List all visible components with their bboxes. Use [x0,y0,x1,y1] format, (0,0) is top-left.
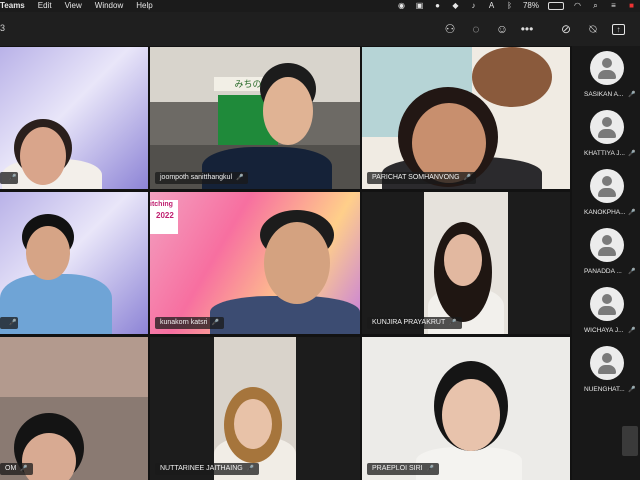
video-tile-7[interactable]: OM 🎤 [0,337,148,480]
mic-off-icon: 🎤 [628,387,636,393]
meeting-timer: 3 [0,23,6,33]
participant-name: NUENGHAT... [584,386,625,393]
menu-help[interactable]: Help [136,0,152,12]
sidebar-participant[interactable]: PANADDA ... 🎤 [572,223,640,279]
mic-off-icon: 🎤 [628,151,636,157]
background-illustration-hair [472,47,552,107]
search-icon[interactable]: ⌕ [591,2,600,10]
video-tile-6[interactable]: KUNJIRA PRAYAKRUT 🎤 [362,192,570,334]
banner-text: itching [150,201,173,208]
participant-sidebar: SASIKAN A... 🎤 KHATTIYA J... 🎤 KANOKPHA.… [572,46,640,480]
video-tile-8[interactable]: NUTTARINEE JAITHAING 🎤 [150,337,360,480]
sidebar-participant[interactable]: WICHAYA J... 🎤 [572,282,640,338]
participant-name: WICHAYA J... [584,327,624,334]
people-icon[interactable]: ⚇ [442,21,458,37]
participant-face [442,379,500,451]
participant-name: SASIKAN A... [584,91,624,98]
avatar [590,287,624,321]
participant-body [210,296,360,334]
avatar [590,346,624,380]
participant-face [444,234,482,286]
share-screen-icon[interactable]: ↑ [612,24,625,35]
video-tile-4[interactable]: 🎤 [0,192,148,334]
tile-7-label: OM 🎤 [0,463,33,475]
mic-off-icon: 🎤 [628,328,636,334]
room-wall [0,337,148,397]
tile-4-label: 🎤 [0,317,19,329]
menu-bar: Teams Edit View Window Help ◉ ▣ ● ◆ ♪ A … [0,0,640,12]
mic-off-icon: 🎤 [628,92,636,98]
music-icon[interactable]: ♪ [469,2,478,10]
flag-icon[interactable]: ■ [627,2,636,10]
participant-face [20,127,66,185]
tile-9-label: PRAEPLOI SIRI 🎤 [367,463,440,475]
mic-off-icon: 🎤 [628,210,636,216]
sidebar-participant[interactable]: KANOKPHA... 🎤 [572,164,640,220]
eye-icon[interactable]: ◉ [397,2,406,10]
battery-icon[interactable] [548,2,564,10]
tile-8-label: NUTTARINEE JAITHAING 🎤 [155,463,260,475]
mic-off-icon: 🎤 [628,269,636,275]
tile-2-label: joompoth sanitthangkul 🎤 [155,172,249,184]
participant-face [412,103,486,183]
camera-off-icon[interactable]: ⊘ [558,21,574,37]
tile-1-label: 🎤 [0,172,19,184]
participant-face [264,222,330,304]
avatar [590,169,624,203]
line-icon[interactable]: ● [433,2,442,10]
chat-icon[interactable]: ◌ [468,21,484,37]
sidebar-participant[interactable]: NUENGHAT... 🎤 [572,341,640,397]
tile-6-label: KUNJIRA PRAYAKRUT 🎤 [367,317,462,329]
menu-window[interactable]: Window [95,0,123,12]
menu-app-name[interactable]: Teams [0,0,25,12]
video-tile-3[interactable]: PARICHAT SOMHANVONG 🎤 [362,47,570,189]
avatar [590,51,624,85]
tile-5-label: kunakorn katsri 🎤 [155,317,224,329]
self-view-thumbnail[interactable] [622,426,638,456]
text-input-icon[interactable]: A [487,2,496,10]
battery-percent: 78% [522,1,539,10]
banner-year: 2022 [156,211,174,220]
sidebar-participant[interactable]: SASIKAN A... 🎤 [572,46,640,102]
reactions-icon[interactable]: ☺ [494,21,510,37]
participant-name: PANADDA ... [584,268,622,275]
avatar [590,110,624,144]
menu-view[interactable]: View [65,0,82,12]
wifi-icon[interactable]: ◠ [573,2,582,10]
banner: itching 2022 [150,200,178,234]
participant-name: KHATTIYA J... [584,150,625,157]
control-center-icon[interactable]: ≡ [609,2,618,10]
video-tile-2[interactable]: みちの joompoth sanitthangkul 🎤 [150,47,360,189]
participant-face [26,226,70,280]
participant-face [263,77,313,145]
video-tile-5[interactable]: itching 2022 kunakorn katsri 🎤 [150,192,360,334]
participant-face [234,399,272,449]
mic-off-icon[interactable]: ⍉ [585,21,601,37]
video-tile-9[interactable]: PRAEPLOI SIRI 🎤 [362,337,570,480]
participant-name: KANOKPHA... [584,209,626,216]
camera-icon[interactable]: ▣ [415,2,424,10]
sidebar-participant[interactable]: KHATTIYA J... 🎤 [572,105,640,161]
tile-3-label: PARICHAT SOMHANVONG 🎤 [367,172,476,184]
building-wall [150,47,360,102]
meeting-toolbar: 3 ⚇ ◌ ☺ ••• ⊘ ⍉ ↑ [0,12,640,46]
video-tile-1[interactable]: 🎤 [0,47,148,189]
avatar [590,228,624,262]
bluetooth-icon[interactable]: ᛒ [505,2,514,10]
dropbox-icon[interactable]: ◆ [451,2,460,10]
more-options-icon[interactable]: ••• [519,21,535,37]
menu-edit[interactable]: Edit [38,0,52,12]
